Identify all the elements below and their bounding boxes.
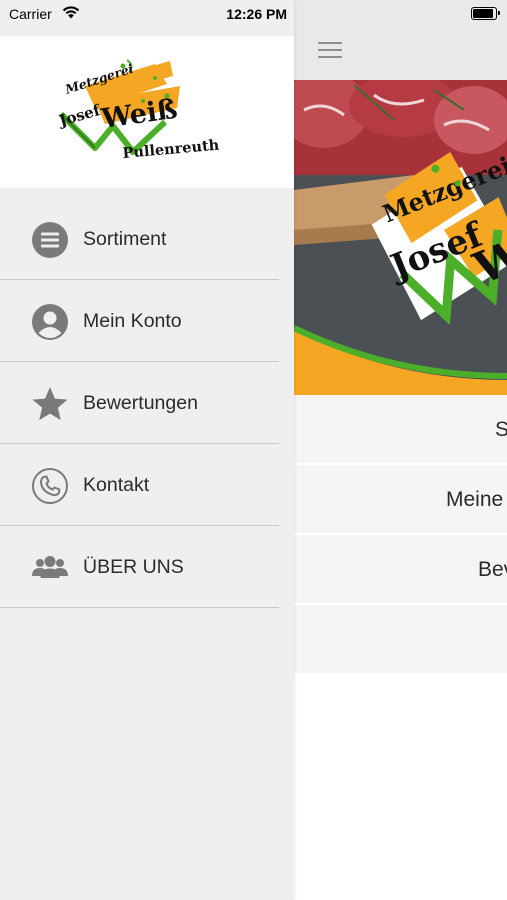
side-drawer: Carrier 12:26 PM Metzgerei Josef Weiß Pu… bbox=[0, 0, 294, 900]
main-list-item[interactable]: Bev bbox=[294, 535, 507, 605]
drawer-menu: Sortiment Mein Konto Bewertungen Kontakt… bbox=[0, 198, 279, 608]
menu-item-label: Sortiment bbox=[83, 228, 167, 250]
star-icon bbox=[31, 385, 69, 423]
status-bar: Carrier 12:26 PM bbox=[0, 0, 294, 30]
menu-item-sortiment[interactable]: Sortiment bbox=[0, 198, 279, 280]
drawer-logo-area: Metzgerei Josef Weiß Pullenreuth bbox=[0, 36, 294, 188]
user-circle-icon bbox=[31, 303, 69, 341]
menu-item-label: Kontakt bbox=[83, 474, 150, 496]
menu-toggle-button[interactable] bbox=[318, 42, 342, 60]
main-menu-list: S Meine Bev bbox=[294, 395, 507, 675]
carrier-label: Carrier bbox=[9, 6, 52, 22]
main-list-item-label: Bev bbox=[478, 558, 507, 581]
hero-banner-image: Metzgerei Josef We bbox=[294, 80, 507, 395]
hamburger-line bbox=[318, 56, 342, 58]
hamburger-line bbox=[318, 42, 342, 44]
clock: 12:26 PM bbox=[226, 6, 287, 22]
menu-item-label: Mein Konto bbox=[83, 310, 182, 332]
logo-text: Pullenreuth bbox=[122, 137, 220, 162]
logo-text: Josef bbox=[55, 101, 103, 131]
menu-item-mein-konto[interactable]: Mein Konto bbox=[0, 280, 279, 362]
main-screen: Metzgerei Josef We S Meine Bev bbox=[294, 0, 507, 900]
main-list-item-label: Meine bbox=[446, 488, 504, 511]
menu-item-ueber-uns[interactable]: ÜBER UNS bbox=[0, 526, 279, 608]
list-circle-icon bbox=[31, 221, 69, 259]
hamburger-line bbox=[318, 49, 342, 51]
wifi-icon bbox=[62, 6, 80, 19]
main-header bbox=[294, 0, 507, 80]
menu-item-kontakt[interactable]: Kontakt bbox=[0, 444, 279, 526]
company-logo: Metzgerei Josef Weiß Pullenreuth bbox=[55, 59, 220, 162]
menu-item-label: ÜBER UNS bbox=[83, 556, 184, 578]
main-list-item[interactable]: Meine bbox=[294, 465, 507, 535]
main-list-item[interactable] bbox=[294, 605, 507, 675]
battery-icon bbox=[471, 7, 500, 20]
phone-icon bbox=[31, 467, 69, 505]
menu-item-label: Bewertungen bbox=[83, 392, 198, 414]
main-list-item-label: S bbox=[495, 418, 507, 442]
main-list-item[interactable]: S bbox=[294, 395, 507, 465]
hero-banner: Metzgerei Josef We bbox=[294, 80, 507, 395]
users-icon bbox=[31, 549, 69, 587]
menu-item-bewertungen[interactable]: Bewertungen bbox=[0, 362, 279, 444]
